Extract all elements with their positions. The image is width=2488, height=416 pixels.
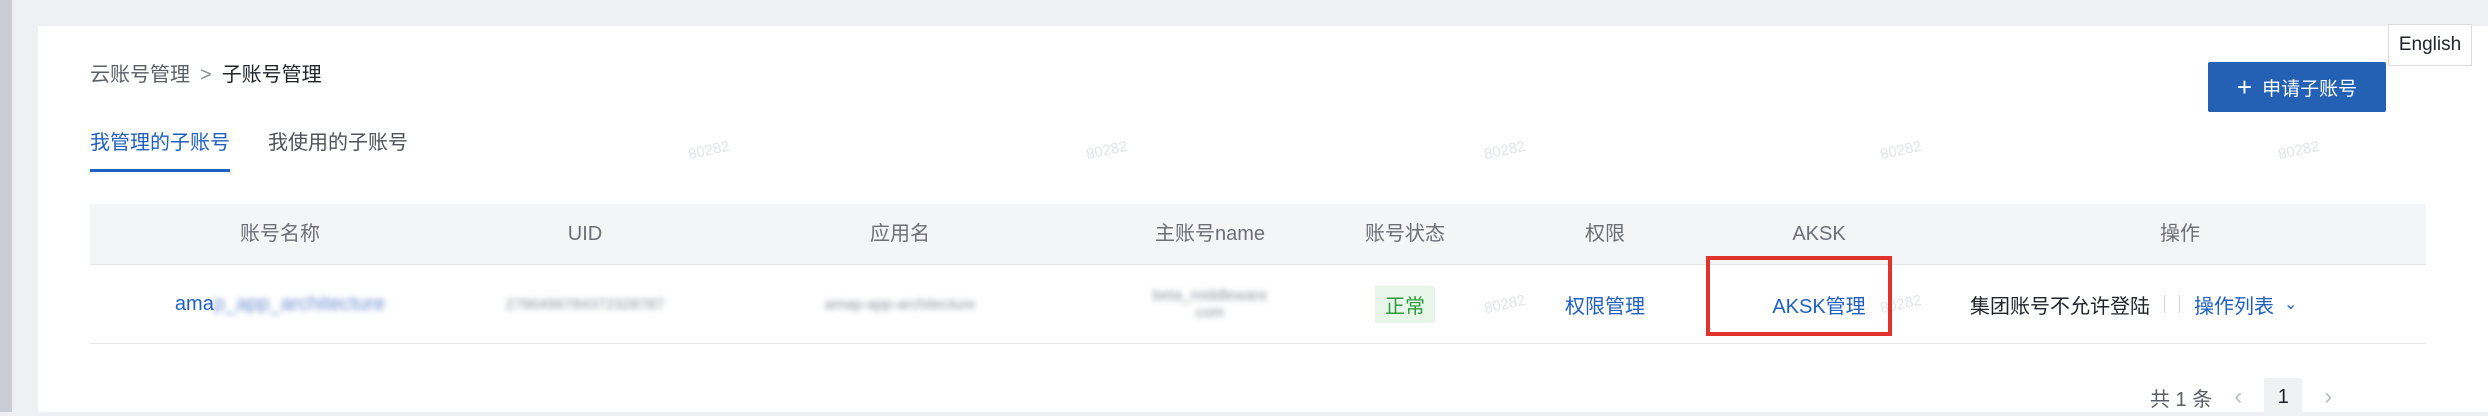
apply-subaccount-button[interactable]: + 申请子账号 (2208, 62, 2386, 112)
tabs: 我管理的子账号 我使用的子账号 (90, 126, 446, 172)
next-page-icon[interactable]: › (2324, 383, 2332, 411)
chevron-down-icon[interactable]: ⌄ (2284, 294, 2297, 314)
subaccount-table: 账号名称 UID 应用名 主账号name 账号状态 权限 AKSK 操作 ama… (90, 204, 2426, 344)
status-badge: 正常 (1375, 285, 1435, 323)
breadcrumb-current: 子账号管理 (221, 64, 322, 86)
status-cell: 正常 (1330, 265, 1480, 343)
column-header-permission: 权限 (1585, 223, 1625, 245)
tab-managed-subaccounts[interactable]: 我管理的子账号 (90, 126, 230, 172)
column-header-uid: UID (567, 223, 603, 245)
window-edge (0, 0, 12, 412)
main-account-cell: beta_middleware com (1110, 265, 1310, 343)
pagination: 共 1 条 ‹ 1 › (2150, 378, 2354, 416)
pagination-total: 共 1 条 (2150, 388, 2213, 411)
main-account-line1: beta_middleware (1152, 287, 1268, 304)
main-account-line2: com (1195, 304, 1225, 321)
app-name-cell: amap-app-architecture (790, 265, 1010, 343)
uid-masked: 2786496784372328787 (505, 295, 665, 313)
column-header-status: 账号状态 (1365, 223, 1445, 245)
tab-used-subaccounts[interactable]: 我使用的子账号 (268, 126, 408, 172)
account-name-visible: ama (174, 292, 214, 315)
breadcrumb: 云账号管理 > 子账号管理 (90, 62, 322, 88)
table-row: ama p_app_architecture 278649678437232878… (90, 265, 2426, 344)
chevron-right-icon: > (200, 64, 212, 86)
aksk-highlight-box (1706, 256, 1892, 336)
language-switch-button[interactable]: English (2388, 24, 2472, 66)
breadcrumb-parent-link[interactable]: 云账号管理 (90, 62, 190, 88)
permission-manage-link[interactable]: 权限管理 (1565, 290, 1645, 319)
column-header-main-account: 主账号name (1154, 223, 1266, 245)
column-header-account-name: 账号名称 (240, 223, 320, 245)
operations-cell: 集团账号不允许登陆 操作列表 ⌄ (1970, 265, 2400, 343)
app-name-masked: amap-app-architecture (824, 295, 976, 313)
page-number-1[interactable]: 1 (2264, 378, 2303, 416)
uid-cell: 2786496784372328787 (485, 265, 685, 343)
column-header-aksk: AKSK (1792, 223, 1846, 245)
account-name-link[interactable]: ama p_app_architecture (150, 265, 410, 343)
divider (2164, 295, 2165, 313)
column-header-app-name: 应用名 (870, 223, 930, 245)
prev-page-icon[interactable]: ‹ (2234, 383, 2242, 411)
table-header: 账号名称 UID 应用名 主账号name 账号状态 权限 AKSK 操作 (90, 204, 2426, 265)
apply-subaccount-label: 申请子账号 (2262, 78, 2358, 100)
login-not-allowed-text: 集团账号不允许登陆 (1970, 295, 2150, 318)
permission-cell: 权限管理 (1530, 265, 1680, 343)
account-name-masked: p_app_architecture (213, 292, 386, 315)
column-header-operations: 操作 (2160, 223, 2200, 245)
operations-list-dropdown[interactable]: 操作列表 (2194, 290, 2274, 319)
plus-icon: + (2236, 72, 2253, 102)
divider (2179, 295, 2180, 313)
